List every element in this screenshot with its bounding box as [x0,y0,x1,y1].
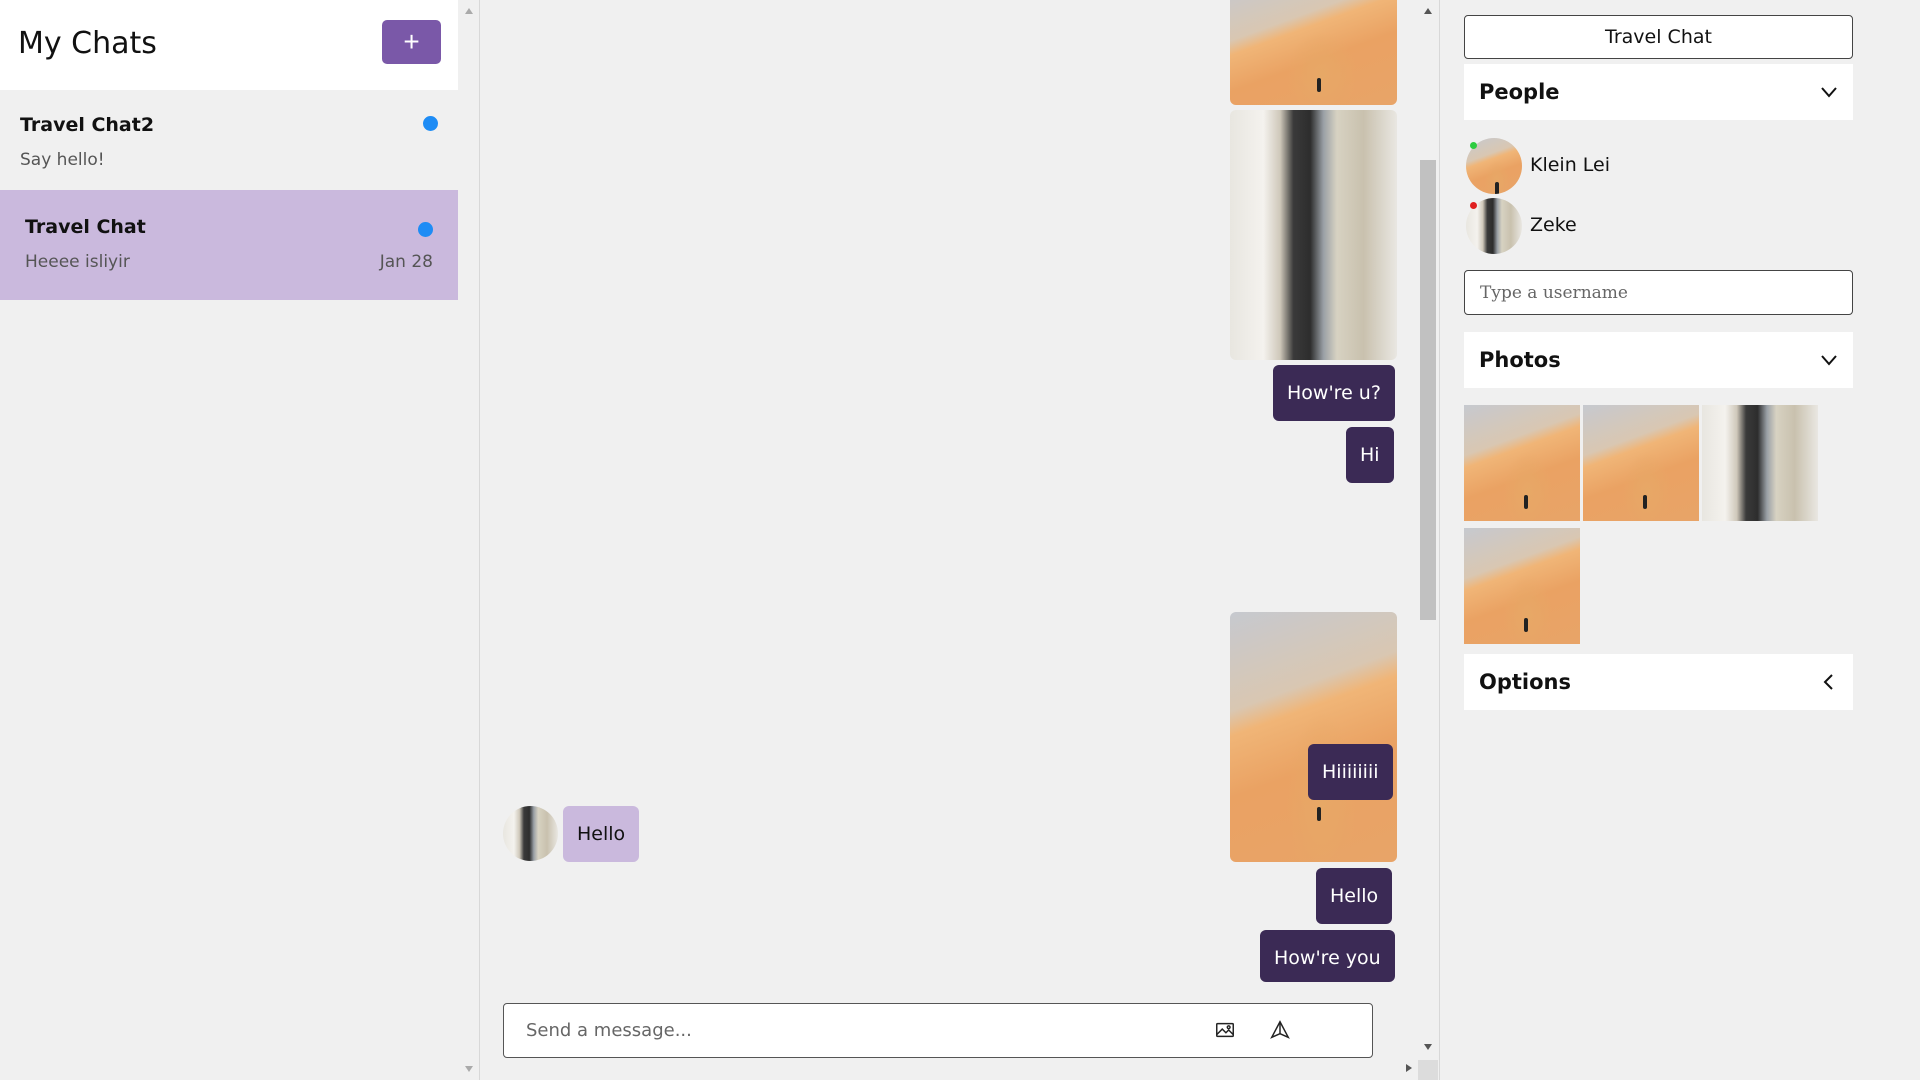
message-bubble-outgoing: How're you [1260,930,1395,982]
chat-list-item[interactable]: Travel Chat2 Say hello! [0,90,458,190]
chat-scrollbar-thumb[interactable] [1420,160,1436,620]
unread-dot-icon [423,116,438,131]
chat-details-panel: Travel Chat People Klein Lei Zeke Photos… [1441,0,1920,1080]
sidebar-header: My Chats + [0,0,458,90]
image-icon[interactable] [1212,1018,1238,1044]
chat-preview: Say hello! [20,150,105,170]
scrollbar-corner [1418,1060,1438,1080]
scroll-down-arrow-icon[interactable] [465,1066,473,1072]
message-bubble-outgoing: Hi [1346,427,1394,483]
scroll-up-arrow-icon[interactable] [1424,8,1432,14]
photos-section-toggle[interactable]: Photos [1464,332,1853,388]
username-input[interactable] [1464,270,1853,315]
scroll-down-arrow-icon[interactable] [1424,1044,1432,1050]
message-input[interactable] [526,1004,1166,1057]
sidebar-title: My Chats [18,26,157,61]
people-section-toggle[interactable]: People [1464,64,1853,120]
photo-thumbnail[interactable] [1702,405,1818,521]
person-row[interactable]: Klein Lei [1466,138,1846,194]
chevron-down-icon [1821,355,1837,366]
message-image[interactable] [1230,612,1397,862]
message-image[interactable] [1230,0,1397,105]
scroll-up-arrow-icon[interactable] [465,8,473,14]
message-composer [503,1003,1373,1058]
chat-list-sidebar: My Chats + Travel Chat2 Say hello! Trave… [0,0,480,1080]
unread-dot-icon [418,222,433,237]
message-bubble-incoming: Hello [563,806,640,862]
offline-status-icon [1470,202,1477,209]
person-row[interactable]: Zeke [1466,198,1846,254]
send-icon[interactable] [1267,1018,1293,1044]
photo-thumbnail[interactable] [1583,405,1699,521]
chat-name: Travel Chat [25,216,146,238]
person-name: Klein Lei [1530,154,1611,176]
message-image[interactable] [1230,110,1397,360]
photo-thumbnail[interactable] [1464,528,1580,644]
online-status-icon [1470,142,1477,149]
options-section-toggle[interactable]: Options [1464,654,1853,710]
message-bubble-outgoing: Hello [1316,868,1393,924]
chat-name: Travel Chat2 [20,114,155,136]
chevron-down-icon [1821,87,1837,98]
options-label: Options [1479,670,1571,694]
scroll-right-arrow-icon[interactable] [1406,1064,1412,1072]
chat-preview: Heeee isliyir [25,252,130,272]
sender-avatar [503,806,558,861]
chevron-left-icon [1823,674,1833,690]
people-label: People [1479,80,1560,104]
photo-thumbnail[interactable] [1464,405,1580,521]
chat-list-item-selected[interactable]: Travel Chat Heeee isliyir Jan 28 [0,190,458,300]
message-bubble-outgoing: How're u? [1273,365,1395,421]
photos-label: Photos [1479,348,1561,372]
message-bubble-outgoing: Hiiiiiiii [1308,744,1393,800]
chat-date: Jan 28 [379,252,433,272]
chat-title: Travel Chat [1464,15,1853,59]
new-chat-button[interactable]: + [382,20,441,64]
person-name: Zeke [1530,214,1577,236]
chat-feed: How're u? Hi Hiiiiiiii Hello Hello How'r… [480,0,1440,1080]
